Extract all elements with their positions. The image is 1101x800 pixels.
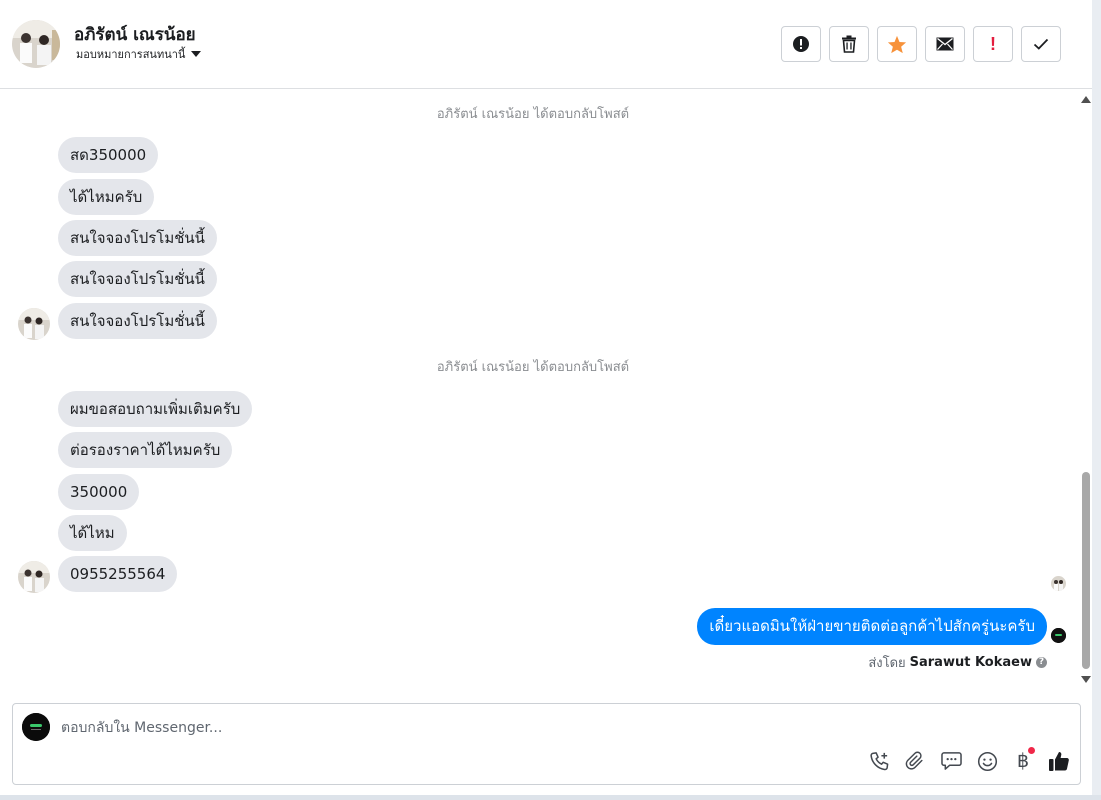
incoming-message[interactable]: ต่อรองราคาได้ไหมครับ: [58, 432, 233, 468]
scroll-up-arrow-icon[interactable]: [1081, 96, 1091, 103]
incoming-message[interactable]: 0955255564: [58, 556, 178, 592]
like-button[interactable]: [1048, 750, 1070, 772]
mark-spam-button[interactable]: [781, 26, 821, 62]
smiley-icon: [977, 751, 997, 771]
notification-dot: [1028, 747, 1035, 754]
sent-by-label: ส่งโดย Sarawut Kokaew ?: [868, 652, 1047, 673]
system-message: อภิรัตน์ เณรน้อย ได้ตอบกลับโพสต์: [436, 107, 630, 122]
incoming-message[interactable]: 350000: [58, 474, 140, 510]
system-message: อภิรัตน์ เณรน้อย ได้ตอบกลับโพสต์: [436, 360, 630, 375]
envelope-icon: [936, 37, 954, 51]
mark-unread-button[interactable]: [925, 26, 965, 62]
composer-toolbar: ฿: [868, 747, 1070, 772]
thumbs-up-icon: [1049, 752, 1069, 771]
check-icon: [1033, 38, 1049, 50]
incoming-message[interactable]: ได้ไหม: [58, 515, 127, 551]
phone-add-icon: [869, 751, 888, 770]
scroll-down-arrow-icon[interactable]: [1081, 676, 1091, 683]
outgoing-message[interactable]: เดี๋ยวแอดมินให้ฝ่ายขายติดต่อลูกค้าไปสักค…: [697, 608, 1047, 645]
call-button[interactable]: [868, 750, 890, 772]
contact-avatar[interactable]: [12, 20, 60, 68]
contact-name[interactable]: อภิรัตน์ เณรน้อย: [74, 21, 196, 48]
incoming-message[interactable]: ผมขอสอบถามเพิ่มเติมครับ: [58, 391, 253, 427]
incoming-message[interactable]: สนใจจองโปรโมชั่นนี้: [58, 220, 217, 256]
scrollbar-thumb[interactable]: [1082, 472, 1090, 669]
incoming-message[interactable]: สนใจจองโปรโมชั่นนี้: [58, 261, 217, 297]
incoming-message[interactable]: ได้ไหมครับ: [58, 179, 155, 215]
message-thread[interactable]: อภิรัตน์ เณรน้อย ได้ตอบกลับโพสต์ สด35000…: [0, 89, 1080, 691]
paperclip-icon: [905, 751, 923, 770]
star-icon: [887, 35, 907, 53]
page-avatar-small: [1051, 628, 1066, 643]
help-icon[interactable]: ?: [1036, 657, 1047, 668]
baht-icon: ฿: [1016, 750, 1030, 772]
star-button[interactable]: [877, 26, 917, 62]
assign-conversation-dropdown[interactable]: มอบหมายการสนทนานี้: [76, 45, 202, 63]
payment-button[interactable]: ฿: [1012, 747, 1035, 772]
header-actions: !: [781, 26, 1061, 62]
contact-avatar-small: [18, 561, 50, 593]
reply-input[interactable]: [61, 718, 761, 738]
messenger-inbox: อภิรัตน์ เณรน้อย มอบหมายการสนทนานี้ ! อภ…: [0, 0, 1101, 800]
incoming-message[interactable]: สนใจจองโปรโมชั่นนี้: [58, 303, 217, 339]
window-edge-bottom: [0, 795, 1101, 800]
sent-by-name: Sarawut Kokaew: [909, 655, 1032, 670]
incoming-message[interactable]: สด350000: [58, 137, 159, 173]
conversation-header: อภิรัตน์ เณรน้อย มอบหมายการสนทนานี้ !: [0, 0, 1092, 89]
page-avatar: [22, 713, 50, 741]
delete-button[interactable]: [829, 26, 869, 62]
emoji-button[interactable]: [976, 750, 998, 772]
alert-circle-icon: [793, 36, 809, 52]
chat-bubble-icon: [940, 752, 962, 770]
seen-indicator-avatar: [1051, 576, 1066, 591]
saved-replies-button[interactable]: [940, 750, 962, 772]
thread-scrollbar[interactable]: [1080, 92, 1092, 688]
assign-label: มอบหมายการสนทนานี้: [76, 48, 186, 61]
trash-icon: [842, 35, 856, 53]
chevron-down-icon: [191, 51, 202, 57]
sent-by-prefix: ส่งโดย: [868, 656, 906, 671]
attach-file-button[interactable]: [904, 750, 926, 772]
exclamation-icon: !: [990, 33, 996, 54]
reply-composer: ฿: [12, 703, 1081, 785]
contact-avatar-small: [18, 308, 50, 340]
window-edge: [1092, 0, 1101, 800]
follow-up-button[interactable]: !: [973, 26, 1013, 62]
mark-done-button[interactable]: [1021, 26, 1061, 62]
